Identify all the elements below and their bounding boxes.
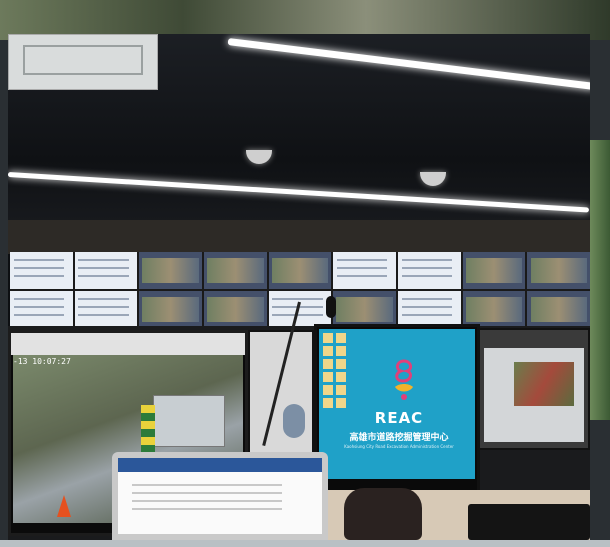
brand-chinese-name: 高雄市道路挖掘管理中心	[349, 433, 449, 443]
desktop-icon	[336, 333, 346, 343]
video-wall-tile	[398, 252, 461, 289]
video-wall-tile	[462, 252, 526, 289]
air-conditioner	[8, 34, 158, 90]
video-wall-tile	[10, 252, 73, 289]
right-edge-post	[590, 140, 610, 420]
desktop-icons	[323, 333, 346, 408]
word-ribbon	[118, 458, 322, 472]
brand-wordmark: REAC	[374, 409, 424, 427]
desktop-icon	[336, 372, 346, 382]
main-monitor: REAC 高雄市道路挖掘管理中心 Kaohsiung City Road Exc…	[314, 324, 480, 494]
ceiling-light-strip-top	[227, 38, 590, 91]
traffic-cone	[57, 495, 71, 517]
desktop-icon	[323, 372, 333, 382]
ceiling-spotlight	[420, 172, 446, 186]
desktop-icon	[323, 359, 333, 369]
desktop-icon	[323, 398, 333, 408]
right-monitor-screen	[484, 348, 584, 442]
video-wall-tile	[10, 291, 73, 328]
desktop-icon	[336, 398, 346, 408]
microphone-foam	[283, 404, 305, 438]
wall-band	[8, 220, 590, 254]
desktop-icon	[336, 385, 346, 395]
small-monitor	[248, 330, 314, 468]
video-wall-tile	[139, 291, 203, 328]
laptop	[112, 452, 328, 540]
photo-frame: -13 10:07:27 REAC 高雄市道路挖掘管理中心 Kaohsiung …	[8, 34, 590, 540]
bag	[344, 488, 422, 540]
video-wall-tile	[333, 252, 397, 289]
right-monitor	[478, 328, 590, 450]
truck	[153, 395, 225, 447]
video-wall-tile	[268, 252, 332, 289]
video-wall-tile	[204, 252, 267, 289]
desktop-icon	[323, 385, 333, 395]
video-wall-tile	[333, 291, 397, 328]
video-wall-tile	[527, 252, 590, 289]
left-monitor-titlebar	[11, 333, 245, 355]
camera-timestamp: -13 10:07:27	[13, 357, 71, 366]
video-wall-tile	[74, 291, 138, 328]
control-room-photo: -13 10:07:27 REAC 高雄市道路挖掘管理中心 Kaohsiung …	[0, 0, 610, 547]
desktop-icon	[336, 359, 346, 369]
desktop-icon	[323, 333, 333, 343]
video-wall-tile	[139, 252, 203, 289]
video-wall-tile	[268, 291, 332, 328]
reac-logo-icon	[395, 359, 413, 400]
keyboard	[468, 504, 590, 540]
video-wall-tile	[204, 291, 267, 328]
main-monitor-desktop: REAC 高雄市道路挖掘管理中心 Kaohsiung City Road Exc…	[319, 329, 475, 479]
desktop-icon	[323, 346, 333, 356]
microphone-head	[326, 296, 336, 318]
bottom-strip	[0, 540, 610, 547]
video-thumbnail	[514, 362, 574, 406]
ceiling-light-strip-bottom	[8, 172, 590, 213]
laptop-screen	[118, 458, 322, 534]
video-wall	[10, 252, 590, 328]
video-wall-tile	[74, 252, 138, 289]
document-lines	[132, 484, 282, 486]
desktop-icon	[336, 346, 346, 356]
ceiling	[8, 34, 590, 244]
ceiling-spotlight	[246, 150, 272, 164]
video-wall-tile	[527, 291, 590, 328]
video-wall-tile	[398, 291, 461, 328]
brand-english-name: Kaohsiung City Road Excavation Administr…	[344, 444, 454, 449]
video-wall-tile	[462, 291, 526, 328]
